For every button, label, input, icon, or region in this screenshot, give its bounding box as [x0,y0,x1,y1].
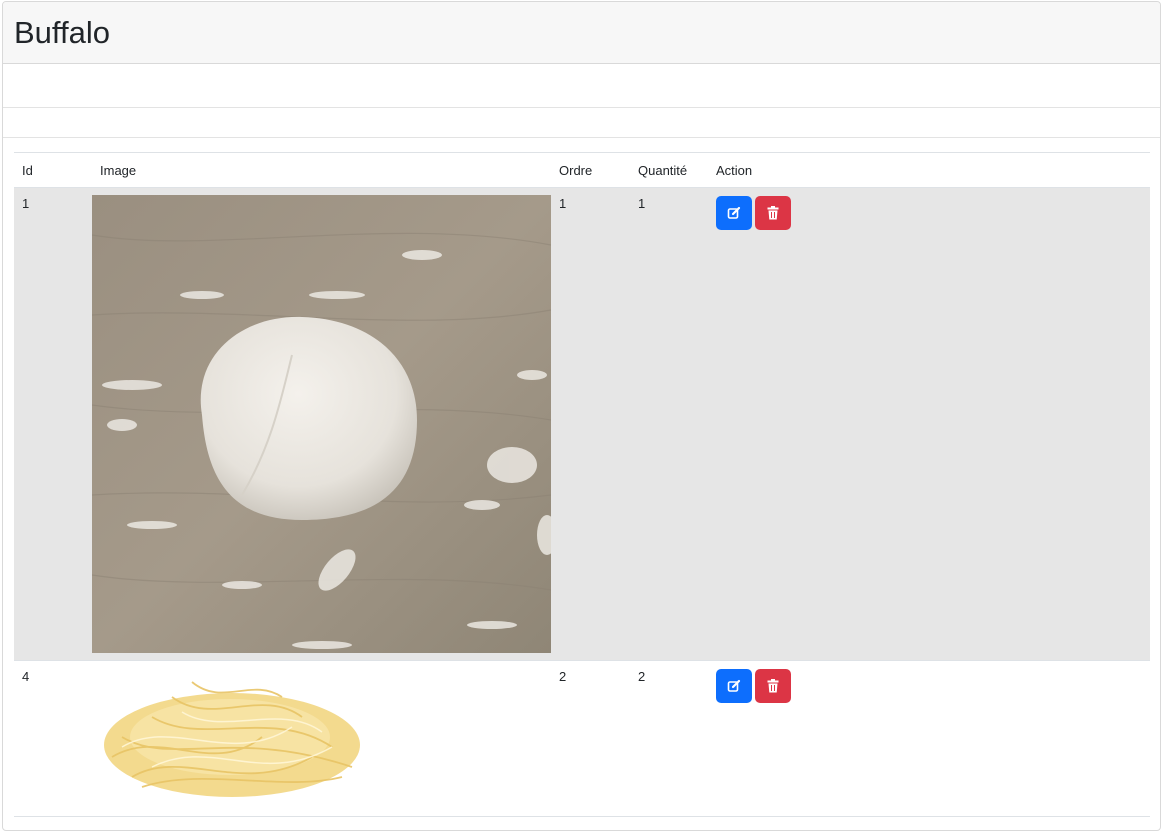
edit-button[interactable] [716,669,752,703]
column-header-quantite: Quantité [630,152,708,188]
table-row: 1 1 1 [14,187,1150,661]
delete-button[interactable] [755,196,791,230]
shredded-cheese-photo [92,667,377,810]
cell-image [92,660,551,817]
card-header: Buffalo [3,2,1160,64]
delete-button[interactable] [755,669,791,703]
edit-button[interactable] [716,196,752,230]
table-header-row: Id Image Ordre Quantité Action [14,152,1150,188]
edit-icon [727,206,741,219]
column-header-ordre: Ordre [551,152,630,188]
trash-icon [767,679,779,693]
cell-ordre: 2 [551,660,630,817]
cell-quantite: 1 [630,187,708,661]
divider [3,107,1160,108]
table-row: 4 2 2 [14,660,1150,817]
divider [3,137,1160,138]
cell-image [92,187,551,661]
cell-action [708,187,1150,661]
column-header-action: Action [708,152,1150,188]
cell-id: 4 [14,660,92,817]
cell-quantite: 2 [630,660,708,817]
main-card: Buffalo Id Image Ordre Quantité Action 1 [2,1,1161,831]
edit-icon [727,679,741,692]
cell-ordre: 1 [551,187,630,661]
cell-id: 1 [14,187,92,661]
column-header-id: Id [14,152,92,188]
items-table: Id Image Ordre Quantité Action 1 1 1 4 2… [14,152,1150,817]
column-header-image: Image [92,152,551,188]
dough-ball-photo [92,195,551,653]
cell-action [708,660,1150,817]
page-title: Buffalo [14,15,110,50]
trash-icon [767,206,779,220]
